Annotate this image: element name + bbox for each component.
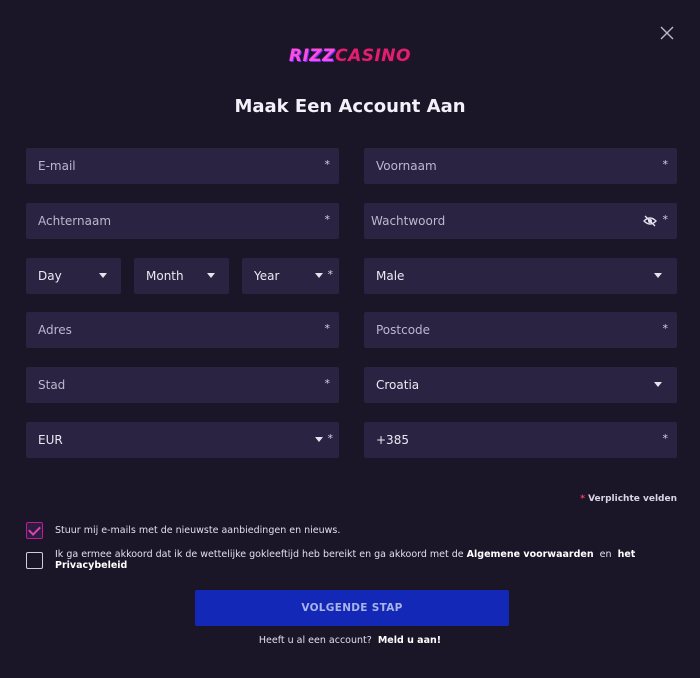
required-star: *	[327, 268, 334, 281]
password-placeholder: Wachtwoord	[371, 214, 446, 228]
currency-select[interactable]: EUR *	[26, 422, 339, 458]
phone-field[interactable]: +385 *	[364, 422, 677, 458]
required-star: *	[324, 377, 331, 390]
required-star: *	[662, 158, 669, 171]
password-field[interactable]: Wachtwoord *	[364, 203, 677, 239]
terms-row: Ik ga ermee akkoord dat ik de wettelijke…	[26, 549, 700, 571]
gender-select[interactable]: Male	[364, 258, 677, 294]
terms-checkbox[interactable]	[26, 551, 43, 569]
terms-text: Ik ga ermee akkoord dat ik de wettelijke…	[55, 549, 636, 571]
country-value: Croatia	[376, 378, 420, 392]
required-star: *	[327, 432, 334, 445]
lastname-placeholder: Achternaam	[38, 214, 112, 228]
required-star: *	[662, 432, 669, 445]
login-link[interactable]: Meld u aan!	[378, 635, 441, 646]
currency-value: EUR	[38, 433, 63, 447]
city-field[interactable]: Stad *	[26, 367, 339, 403]
eye-off-icon[interactable]	[643, 215, 657, 227]
required-star: *	[662, 322, 669, 335]
month-select[interactable]: Month	[134, 258, 229, 294]
year-select[interactable]: Year *	[242, 258, 339, 294]
newsletter-checkbox[interactable]	[26, 522, 43, 539]
chevron-down-icon	[654, 273, 662, 278]
required-star: *	[324, 213, 331, 226]
email-field[interactable]: E-mail *	[26, 148, 339, 184]
page-title: Maak Een Account Aan	[234, 96, 466, 117]
logo: RIZZCASINO	[289, 46, 411, 66]
postcode-field[interactable]: Postcode *	[364, 312, 677, 348]
close-icon[interactable]	[660, 26, 680, 46]
firstname-placeholder: Voornaam	[376, 159, 437, 173]
chevron-down-icon	[315, 273, 323, 278]
required-star: *	[324, 322, 331, 335]
newsletter-label: Stuur mij e-mails met de nieuwste aanbie…	[55, 525, 341, 536]
lastname-field[interactable]: Achternaam *	[26, 203, 339, 239]
required-fields-note: * Verplichte velden	[580, 494, 677, 504]
firstname-field[interactable]: Voornaam *	[364, 148, 677, 184]
next-step-button[interactable]: VOLGENDE STAP	[195, 590, 509, 626]
terms-link[interactable]: Algemene voorwaarden	[467, 549, 594, 560]
country-select[interactable]: Croatia	[364, 367, 677, 403]
day-value: Day	[38, 269, 62, 283]
chevron-down-icon	[207, 273, 215, 278]
day-select[interactable]: Day	[26, 258, 121, 294]
chevron-down-icon	[654, 382, 662, 387]
address-placeholder: Adres	[38, 323, 72, 337]
chevron-down-icon	[315, 437, 323, 442]
postcode-placeholder: Postcode	[376, 323, 431, 337]
address-field[interactable]: Adres *	[26, 312, 339, 348]
required-star: *	[662, 213, 669, 226]
email-placeholder: E-mail	[38, 159, 76, 173]
newsletter-row: Stuur mij e-mails met de nieuwste aanbie…	[26, 522, 340, 539]
chevron-down-icon	[99, 273, 107, 278]
month-value: Month	[146, 269, 184, 283]
phone-prefix: +385	[376, 433, 409, 447]
year-value: Year	[254, 269, 280, 283]
city-placeholder: Stad	[38, 378, 66, 392]
login-prompt: Heeft u al een account? Meld u aan!	[258, 635, 442, 646]
gender-value: Male	[376, 269, 405, 283]
required-star: *	[324, 158, 331, 171]
